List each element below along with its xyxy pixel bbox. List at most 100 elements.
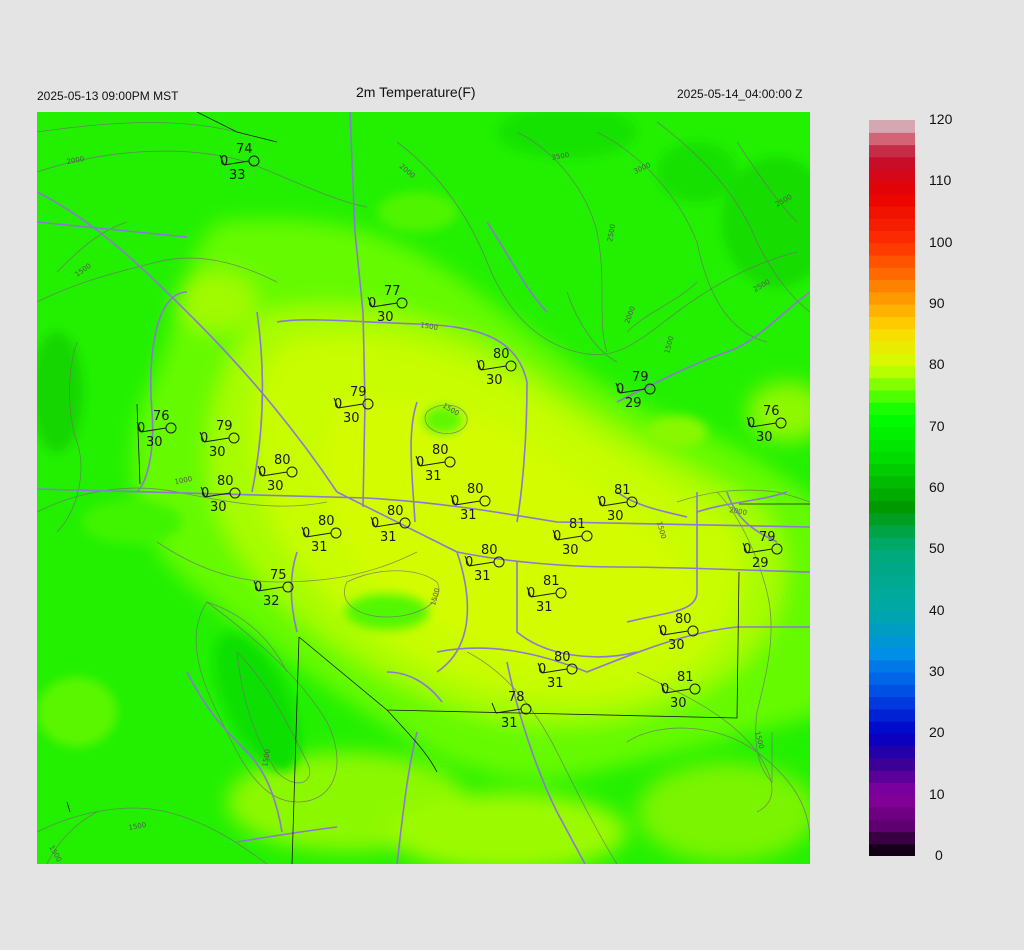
station-temperature: 79 xyxy=(350,385,367,400)
colorbar-band xyxy=(869,745,915,759)
colorbar-band xyxy=(869,328,915,342)
colorbar-tick-label: 110 xyxy=(929,172,952,189)
colorbar-band xyxy=(869,537,915,550)
station-temperature: 79 xyxy=(632,370,649,385)
colorbar-band xyxy=(869,782,915,796)
colorbar-band xyxy=(869,451,915,465)
colorbar-band xyxy=(869,733,915,747)
colorbar-band xyxy=(869,291,915,305)
station-wind-value: 31 xyxy=(380,530,397,545)
station-wind-value: 30 xyxy=(756,430,773,445)
colorbar-tick-label: 100 xyxy=(929,233,953,250)
temperature-colorbar xyxy=(869,120,915,856)
colorbar-band xyxy=(869,463,915,477)
colorbar-band xyxy=(869,279,915,293)
colorbar-band xyxy=(869,475,915,489)
colorbar-band xyxy=(869,672,915,685)
colorbar-band xyxy=(869,242,915,256)
map-title: 2m Temperature(F) xyxy=(356,84,476,100)
temperature-map: 2000 2000 1500 3500 3000 2500 2000 2500 … xyxy=(37,112,810,864)
station-temperature: 76 xyxy=(763,404,780,419)
colorbar-band xyxy=(869,610,915,624)
station-temperature: 80 xyxy=(467,482,484,497)
station-wind-value: 30 xyxy=(486,373,503,388)
station-wind-value: 30 xyxy=(210,500,227,515)
station-wind-value: 29 xyxy=(752,556,769,571)
colorbar-band xyxy=(869,561,915,575)
station-wind-value: 30 xyxy=(607,509,624,524)
colorbar-band xyxy=(869,144,915,158)
station-temperature: 80 xyxy=(274,453,291,468)
colorbar-tick-label: 0 xyxy=(935,847,943,863)
station-wind-value: 31 xyxy=(474,569,491,584)
station-wind-value: 30 xyxy=(146,435,163,450)
station-temperature: 81 xyxy=(614,483,631,498)
station-temperature: 75 xyxy=(270,568,287,583)
colorbar-band xyxy=(869,684,915,698)
station-temperature: 80 xyxy=(493,347,510,362)
station-temperature: 80 xyxy=(432,443,449,458)
station-wind-value: 31 xyxy=(501,716,518,731)
station-temperature: 81 xyxy=(569,517,586,532)
colorbar-band xyxy=(869,635,915,649)
station-wind-value: 31 xyxy=(460,508,477,523)
colorbar-band xyxy=(869,831,915,845)
station-wind-value: 30 xyxy=(343,411,360,426)
colorbar-band xyxy=(869,218,915,231)
station-dewpoint: 0 xyxy=(201,486,209,501)
station-wind-value: 30 xyxy=(668,638,685,653)
station-temperature: 81 xyxy=(677,670,694,685)
station-temperature: 80 xyxy=(217,474,234,489)
colorbar-band xyxy=(869,622,915,636)
colorbar-tick-label: 90 xyxy=(929,295,945,311)
colorbar-band xyxy=(869,156,915,170)
station-wind-value: 30 xyxy=(267,479,284,494)
colorbar-band xyxy=(869,389,915,403)
station-temperature: 76 xyxy=(153,409,170,424)
colorbar-band xyxy=(869,402,915,415)
colorbar-band xyxy=(869,365,915,379)
colorbar-tick-label: 70 xyxy=(929,417,945,434)
station-temperature: 81 xyxy=(543,574,560,589)
station-wind-value: 30 xyxy=(562,543,579,558)
colorbar-tick-label: 120 xyxy=(929,111,953,127)
colorbar-band xyxy=(869,267,915,281)
station-dewpoint: 0 xyxy=(451,494,459,509)
valid-time-utc: 2025-05-14_04:00:00 Z xyxy=(677,87,803,101)
station-wind-value: 31 xyxy=(425,469,442,484)
colorbar-band xyxy=(869,254,915,268)
colorbar-band xyxy=(869,843,915,856)
colorbar-tick-label: 20 xyxy=(929,724,945,741)
colorbar-band xyxy=(869,377,915,391)
colorbar-tick-label: 50 xyxy=(929,540,945,557)
valid-time-local: 2025-05-13 09:00PM MST xyxy=(37,89,179,103)
station-temperature: 80 xyxy=(387,504,404,519)
colorbar-band xyxy=(869,193,915,207)
station-temperature: 74 xyxy=(236,142,253,157)
colorbar-band xyxy=(869,426,915,440)
station-dewpoint: 0 xyxy=(747,416,755,431)
station-wind-value: 29 xyxy=(625,396,642,411)
station-temperature: 79 xyxy=(759,530,776,545)
colorbar-band xyxy=(869,806,915,820)
station-dewpoint: 0 xyxy=(334,397,342,412)
station-wind-value: 30 xyxy=(377,310,394,325)
station-dewpoint: 0 xyxy=(661,682,669,697)
colorbar-band xyxy=(869,647,915,661)
station-temperature: 78 xyxy=(508,690,525,705)
colorbar-band xyxy=(869,770,915,783)
station-dewpoint: 0 xyxy=(553,529,561,544)
station-temperature: 80 xyxy=(481,543,498,558)
station-dewpoint: 0 xyxy=(477,359,485,374)
colorbar-band xyxy=(869,205,915,219)
station-dewpoint: 0 xyxy=(465,555,473,570)
colorbar-band xyxy=(869,120,915,133)
colorbar-band xyxy=(869,181,915,195)
colorbar-tick-label: 30 xyxy=(929,663,945,679)
colorbar-tick-label: 40 xyxy=(929,601,945,618)
colorbar-band xyxy=(869,488,915,501)
colorbar-band xyxy=(869,500,915,514)
colorbar-band xyxy=(869,169,915,182)
colorbar-band xyxy=(869,340,915,354)
station-dewpoint: 0 xyxy=(659,624,667,639)
